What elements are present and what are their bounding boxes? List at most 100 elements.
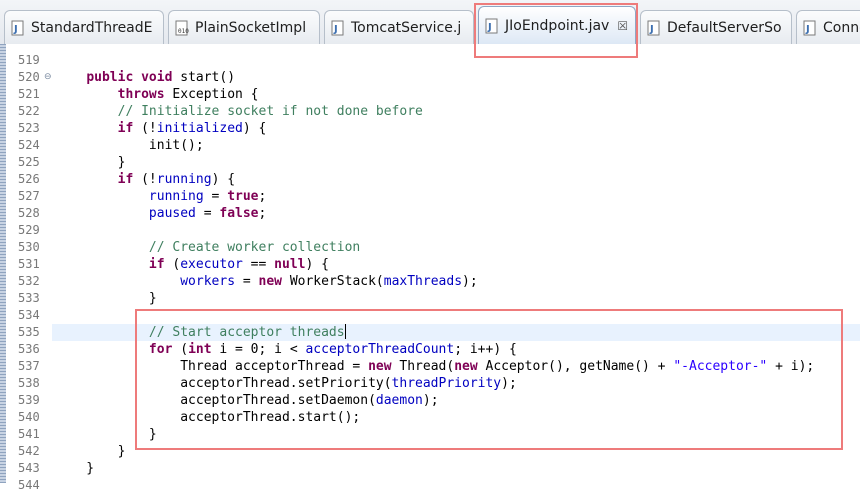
text-caret — [344, 324, 346, 339]
keyword-token: public — [86, 70, 134, 85]
code-token: } — [55, 291, 157, 306]
code-line[interactable]: throws Exception { — [55, 86, 259, 103]
code-editor[interactable]: 519 520 ⊖ public void start() 521 throws Ex… — [0, 44, 860, 492]
svg-text:J: J — [333, 24, 338, 35]
code-line[interactable]: acceptorThread.setDaemon(daemon); — [55, 392, 439, 409]
code-token: acceptorThread.start(); — [55, 410, 361, 425]
comment-token: // Create worker collection — [148, 240, 361, 255]
tab-plainsocketimpl[interactable]: 010 PlainSocketImpl — [168, 10, 320, 44]
keyword-token: false — [219, 206, 259, 221]
svg-text:J: J — [649, 24, 654, 35]
code-line[interactable]: workers = new WorkerStack(maxThreads); — [55, 273, 477, 290]
svg-text:J: J — [13, 24, 18, 35]
code-line[interactable]: acceptorThread.setPriority(threadPriorit… — [55, 375, 517, 392]
code-token: ( — [172, 342, 189, 357]
code-line[interactable]: running = true; — [55, 188, 266, 205]
code-token: } — [55, 427, 157, 442]
tab-label: JIoEndpoint.jav — [505, 17, 610, 34]
keyword-token: if — [117, 121, 134, 136]
code-line[interactable]: // Create worker collection — [55, 239, 360, 256]
code-token: + i); — [767, 359, 815, 374]
tab-jioendpoint[interactable]: J JIoEndpoint.jav ☒ — [478, 6, 636, 44]
code-token: ; — [258, 189, 267, 204]
line-number: 524 — [18, 138, 40, 152]
fold-toggle-icon[interactable]: ⊖ — [44, 69, 52, 86]
code-token: } — [55, 155, 126, 170]
code-token: acceptorThread.setDaemon( — [55, 393, 376, 408]
keyword-token: new — [368, 359, 392, 374]
close-icon[interactable]: ☒ — [617, 19, 628, 33]
code-token: ) { — [305, 257, 329, 272]
code-line[interactable]: if (!initialized) { — [55, 120, 267, 137]
tab-label: PlainSocketImpl — [195, 19, 307, 36]
string-token: "-Acceptor-" — [673, 359, 768, 374]
code-line[interactable]: if (!running) { — [55, 171, 235, 188]
line-number: 539 — [18, 393, 40, 407]
code-line[interactable]: } — [55, 290, 157, 307]
code-token: (! — [133, 121, 157, 136]
line-number: 536 — [18, 342, 40, 356]
code-line[interactable]: } — [55, 443, 126, 460]
tab-tomcatservice[interactable]: J TomcatService.j — [324, 10, 474, 44]
code-token: Thread acceptorThread = — [55, 359, 369, 374]
keyword-token: new — [258, 274, 282, 289]
code-line[interactable]: // Start acceptor threads — [55, 324, 346, 341]
line-number: 528 — [18, 206, 40, 220]
code-token: ); — [501, 376, 517, 391]
field-token: running — [156, 172, 212, 187]
svg-text:010: 010 — [178, 28, 189, 35]
keyword-token: if — [148, 257, 165, 272]
code-line[interactable]: if (executor == null) { — [55, 256, 329, 273]
code-line[interactable]: acceptorThread.start(); — [55, 409, 360, 426]
code-line[interactable]: Thread acceptorThread = new Thread(new A… — [55, 358, 814, 375]
code-line[interactable]: // Initialize socket if not done before — [55, 103, 423, 120]
line-number: 523 — [18, 121, 40, 135]
java-file-icon: J — [331, 20, 345, 36]
tab-conne[interactable]: J Conne — [796, 10, 860, 44]
code-line[interactable]: paused = false; — [55, 205, 266, 222]
field-token: maxThreads — [383, 274, 463, 289]
code-line[interactable]: for (int i = 0; i < acceptorThreadCount;… — [55, 341, 517, 358]
code-token: acceptorThread.setPriority( — [55, 376, 392, 391]
svg-text:J: J — [805, 24, 810, 35]
tab-standardthreade[interactable]: J StandardThreadE — [4, 10, 164, 44]
java-file-icon: J — [647, 20, 661, 36]
line-number: 535 — [18, 325, 40, 339]
java-file-icon: J — [11, 20, 25, 36]
keyword-token: int — [188, 342, 212, 357]
line-number: 526 — [18, 172, 40, 186]
code-token: == — [242, 257, 275, 272]
code-token: (! — [133, 172, 157, 187]
code-line[interactable]: } — [55, 426, 157, 443]
comment-token: // Initialize socket if not done before — [117, 104, 423, 119]
tab-label: Conne — [823, 19, 860, 36]
field-token: threadPriority — [391, 376, 502, 391]
tab-label: DefaultServerSo — [667, 19, 782, 36]
line-number: 525 — [18, 155, 40, 169]
code-token: } — [55, 461, 95, 476]
code-line[interactable]: public void start() — [55, 69, 235, 86]
keyword-token: if — [117, 172, 134, 187]
code-line[interactable]: } — [55, 460, 94, 477]
tab-label: TomcatService.j — [351, 19, 462, 36]
code-line[interactable]: } — [55, 154, 126, 171]
keyword-token: new — [454, 359, 478, 374]
line-number: 534 — [18, 308, 40, 322]
tab-defaultserverso[interactable]: J DefaultServerSo — [640, 10, 792, 44]
code-token: = — [235, 274, 259, 289]
code-token: ) { — [242, 121, 267, 136]
code-token: Exception { — [164, 87, 259, 102]
svg-text:J: J — [487, 22, 492, 33]
code-line[interactable]: init(); — [55, 137, 204, 154]
code-token: ); — [422, 393, 439, 408]
